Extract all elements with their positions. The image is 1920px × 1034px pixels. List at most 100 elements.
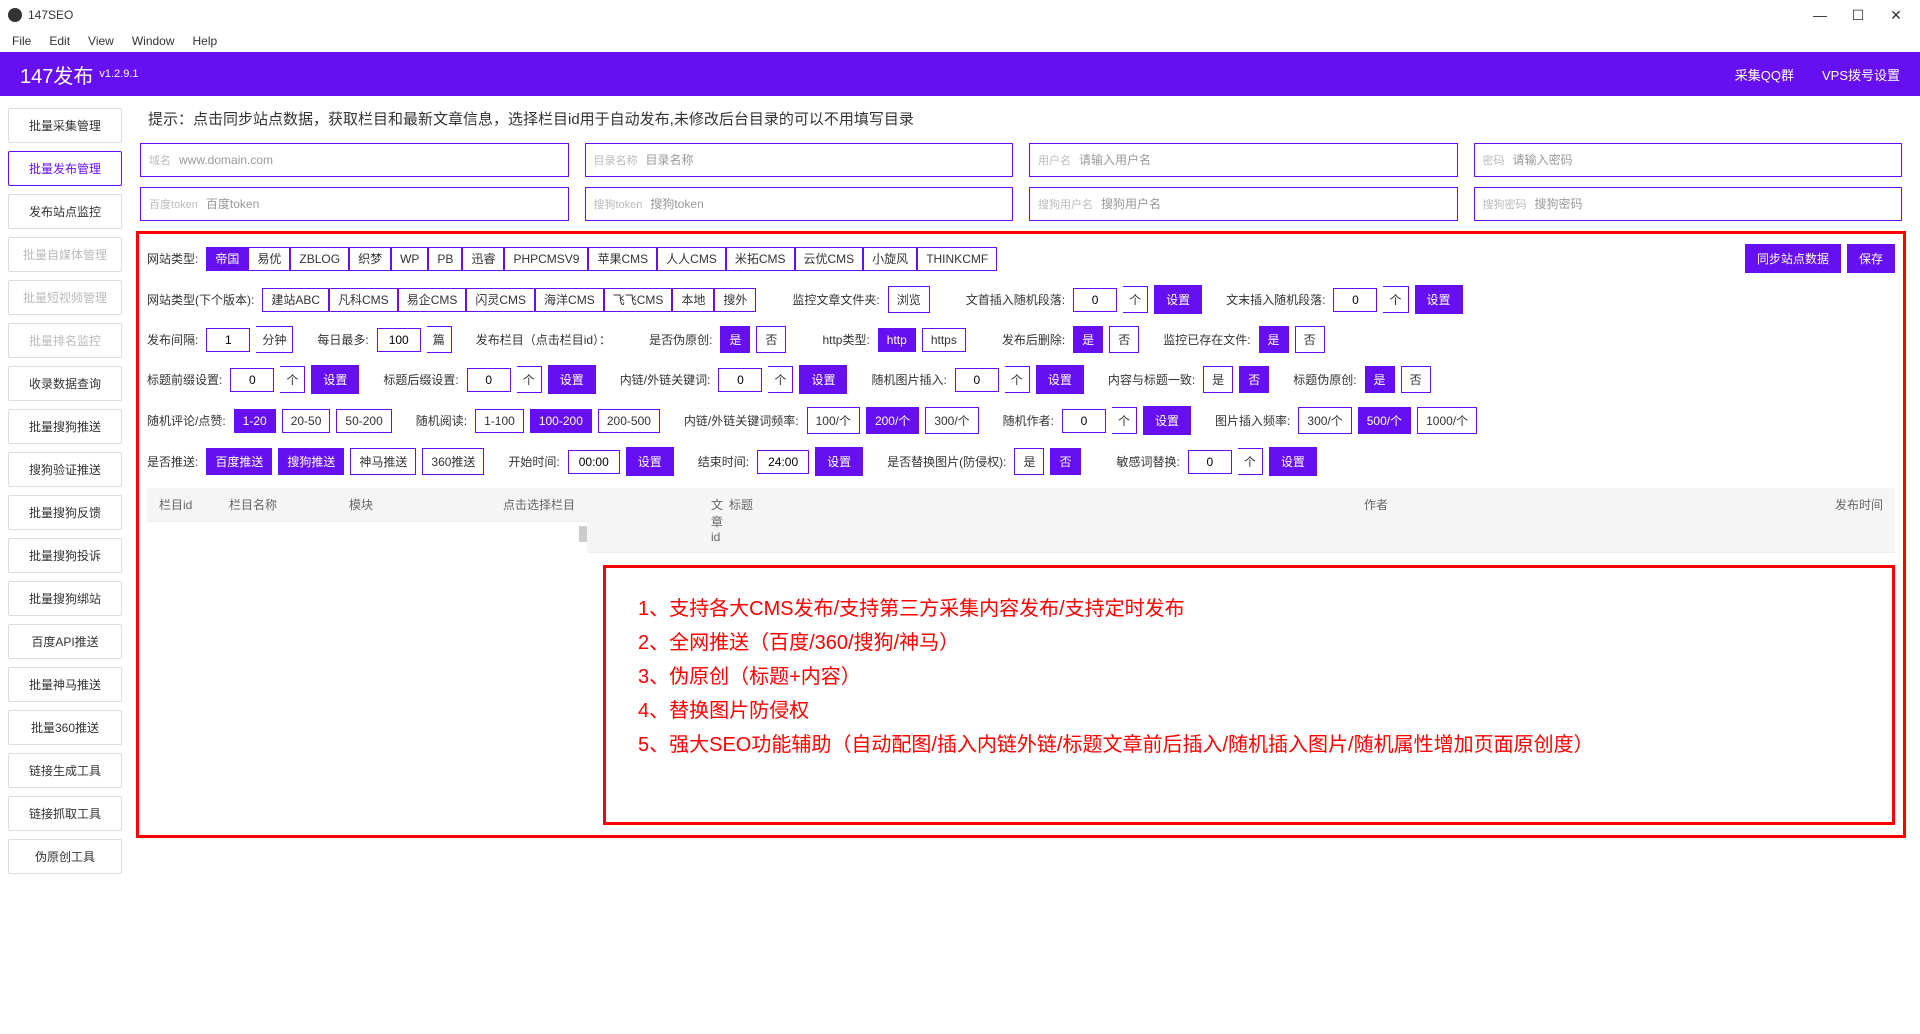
- close-button[interactable]: ✕: [1886, 7, 1906, 24]
- start-time-set[interactable]: 设置: [626, 447, 674, 476]
- author-input[interactable]: [1062, 409, 1106, 433]
- sidebar-item-11[interactable]: 批量搜狗绑站: [8, 581, 122, 616]
- img-freq-0[interactable]: 300/个: [1298, 407, 1351, 434]
- save-button[interactable]: 保存: [1847, 244, 1895, 273]
- site-type-option[interactable]: PB: [428, 247, 462, 271]
- site-type-option[interactable]: 织梦: [349, 247, 391, 271]
- text-input[interactable]: [1513, 153, 1894, 167]
- site-type-next-option[interactable]: 飞飞CMS: [604, 288, 673, 312]
- menu-view[interactable]: View: [80, 32, 122, 50]
- title-prefix-set[interactable]: 设置: [311, 365, 359, 394]
- push-baidu[interactable]: 百度推送: [206, 448, 272, 475]
- text-input[interactable]: [179, 153, 560, 167]
- title-pseudo-no[interactable]: 否: [1401, 366, 1431, 393]
- read-opt-0[interactable]: 1-100: [475, 409, 524, 433]
- site-type-option[interactable]: 人人CMS: [657, 247, 726, 271]
- sidebar-item-16[interactable]: 链接抓取工具: [8, 796, 122, 831]
- http-option[interactable]: http: [878, 328, 916, 352]
- site-type-option[interactable]: 帝国: [206, 247, 248, 271]
- text-input[interactable]: [650, 197, 1004, 211]
- site-type-option[interactable]: 易优: [248, 247, 290, 271]
- replace-img-no[interactable]: 否: [1050, 448, 1080, 475]
- text-input[interactable]: [1101, 197, 1449, 211]
- text-input[interactable]: [1079, 153, 1449, 167]
- content-title-yes[interactable]: 是: [1203, 366, 1233, 393]
- interval-input[interactable]: [206, 328, 250, 352]
- sidebar-item-3[interactable]: 批量自媒体管理: [8, 237, 122, 272]
- sensitive-input[interactable]: [1188, 450, 1232, 474]
- sidebar-item-9[interactable]: 批量搜狗反馈: [8, 495, 122, 530]
- sidebar-item-5[interactable]: 批量排名监控: [8, 323, 122, 358]
- site-type-next-option[interactable]: 易企CMS: [398, 288, 467, 312]
- monitor-exist-yes[interactable]: 是: [1259, 326, 1289, 353]
- https-option[interactable]: https: [922, 328, 966, 352]
- sidebar-item-4[interactable]: 批量短视频管理: [8, 280, 122, 315]
- site-type-next-option[interactable]: 本地: [672, 288, 714, 312]
- sidebar-item-7[interactable]: 批量搜狗推送: [8, 409, 122, 444]
- text-input[interactable]: [1535, 197, 1894, 211]
- img-freq-1[interactable]: 500/个: [1358, 407, 1411, 434]
- end-time-input[interactable]: [757, 450, 809, 474]
- minimize-button[interactable]: —: [1810, 7, 1830, 24]
- push-sogou[interactable]: 搜狗推送: [278, 448, 344, 475]
- sidebar-item-1[interactable]: 批量发布管理: [8, 151, 122, 186]
- read-opt-2[interactable]: 200-500: [598, 409, 660, 433]
- keyword-set[interactable]: 设置: [799, 365, 847, 394]
- text-input[interactable]: [206, 197, 560, 211]
- title-suffix-set[interactable]: 设置: [548, 365, 596, 394]
- menu-window[interactable]: Window: [124, 32, 183, 50]
- sensitive-set[interactable]: 设置: [1269, 447, 1317, 476]
- title-pseudo-yes[interactable]: 是: [1365, 366, 1395, 393]
- pseudo-yes[interactable]: 是: [720, 326, 750, 353]
- site-type-option[interactable]: PHPCMSV9: [504, 247, 588, 271]
- prefix-para-set[interactable]: 设置: [1154, 285, 1202, 314]
- site-type-next-option[interactable]: 闪灵CMS: [466, 288, 535, 312]
- browse-button[interactable]: 浏览: [888, 286, 930, 313]
- monitor-exist-no[interactable]: 否: [1295, 326, 1325, 353]
- author-set[interactable]: 设置: [1143, 406, 1191, 435]
- comment-opt-2[interactable]: 50-200: [336, 409, 391, 433]
- prefix-para-input[interactable]: [1073, 288, 1117, 312]
- site-type-option[interactable]: WP: [391, 247, 428, 271]
- menu-help[interactable]: Help: [185, 32, 226, 50]
- sidebar-item-14[interactable]: 批量360推送: [8, 710, 122, 745]
- sidebar-item-10[interactable]: 批量搜狗投诉: [8, 538, 122, 573]
- delete-yes[interactable]: 是: [1073, 326, 1103, 353]
- menu-file[interactable]: File: [4, 32, 39, 50]
- keyword-freq-0[interactable]: 100/个: [807, 407, 860, 434]
- text-input[interactable]: [646, 153, 1005, 167]
- site-type-option[interactable]: ZBLOG: [290, 247, 349, 271]
- sidebar-item-17[interactable]: 伪原创工具: [8, 839, 122, 874]
- keyword-freq-1[interactable]: 200/个: [866, 407, 919, 434]
- sidebar-item-2[interactable]: 发布站点监控: [8, 194, 122, 229]
- keyword-input[interactable]: [718, 368, 762, 392]
- push-360[interactable]: 360推送: [422, 448, 484, 475]
- title-suffix-input[interactable]: [467, 368, 511, 392]
- suffix-para-input[interactable]: [1333, 288, 1377, 312]
- rand-img-input[interactable]: [955, 368, 999, 392]
- rand-img-set[interactable]: 设置: [1036, 365, 1084, 394]
- title-prefix-input[interactable]: [230, 368, 274, 392]
- site-type-option[interactable]: 云优CMS: [795, 247, 864, 271]
- end-time-set[interactable]: 设置: [815, 447, 863, 476]
- sidebar-item-15[interactable]: 链接生成工具: [8, 753, 122, 788]
- pseudo-no[interactable]: 否: [756, 326, 786, 353]
- keyword-freq-2[interactable]: 300/个: [925, 407, 978, 434]
- push-shenma[interactable]: 神马推送: [350, 448, 416, 475]
- start-time-input[interactable]: [568, 450, 620, 474]
- site-type-option[interactable]: 迅睿: [462, 247, 504, 271]
- header-link-qq[interactable]: 采集QQ群: [1735, 65, 1794, 84]
- site-type-next-option[interactable]: 建站ABC: [262, 288, 329, 312]
- maximize-button[interactable]: ☐: [1848, 7, 1868, 24]
- sidebar-item-8[interactable]: 搜狗验证推送: [8, 452, 122, 487]
- site-type-option[interactable]: 苹果CMS: [588, 247, 657, 271]
- site-type-option[interactable]: 小旋风: [863, 247, 917, 271]
- site-type-option[interactable]: 米拓CMS: [726, 247, 795, 271]
- read-opt-1[interactable]: 100-200: [530, 409, 592, 433]
- sidebar-item-12[interactable]: 百度API推送: [8, 624, 122, 659]
- suffix-para-set[interactable]: 设置: [1415, 285, 1463, 314]
- sidebar-item-6[interactable]: 收录数据查询: [8, 366, 122, 401]
- site-type-option[interactable]: THINKCMF: [917, 247, 997, 271]
- sidebar-item-13[interactable]: 批量神马推送: [8, 667, 122, 702]
- comment-opt-0[interactable]: 1-20: [234, 409, 276, 433]
